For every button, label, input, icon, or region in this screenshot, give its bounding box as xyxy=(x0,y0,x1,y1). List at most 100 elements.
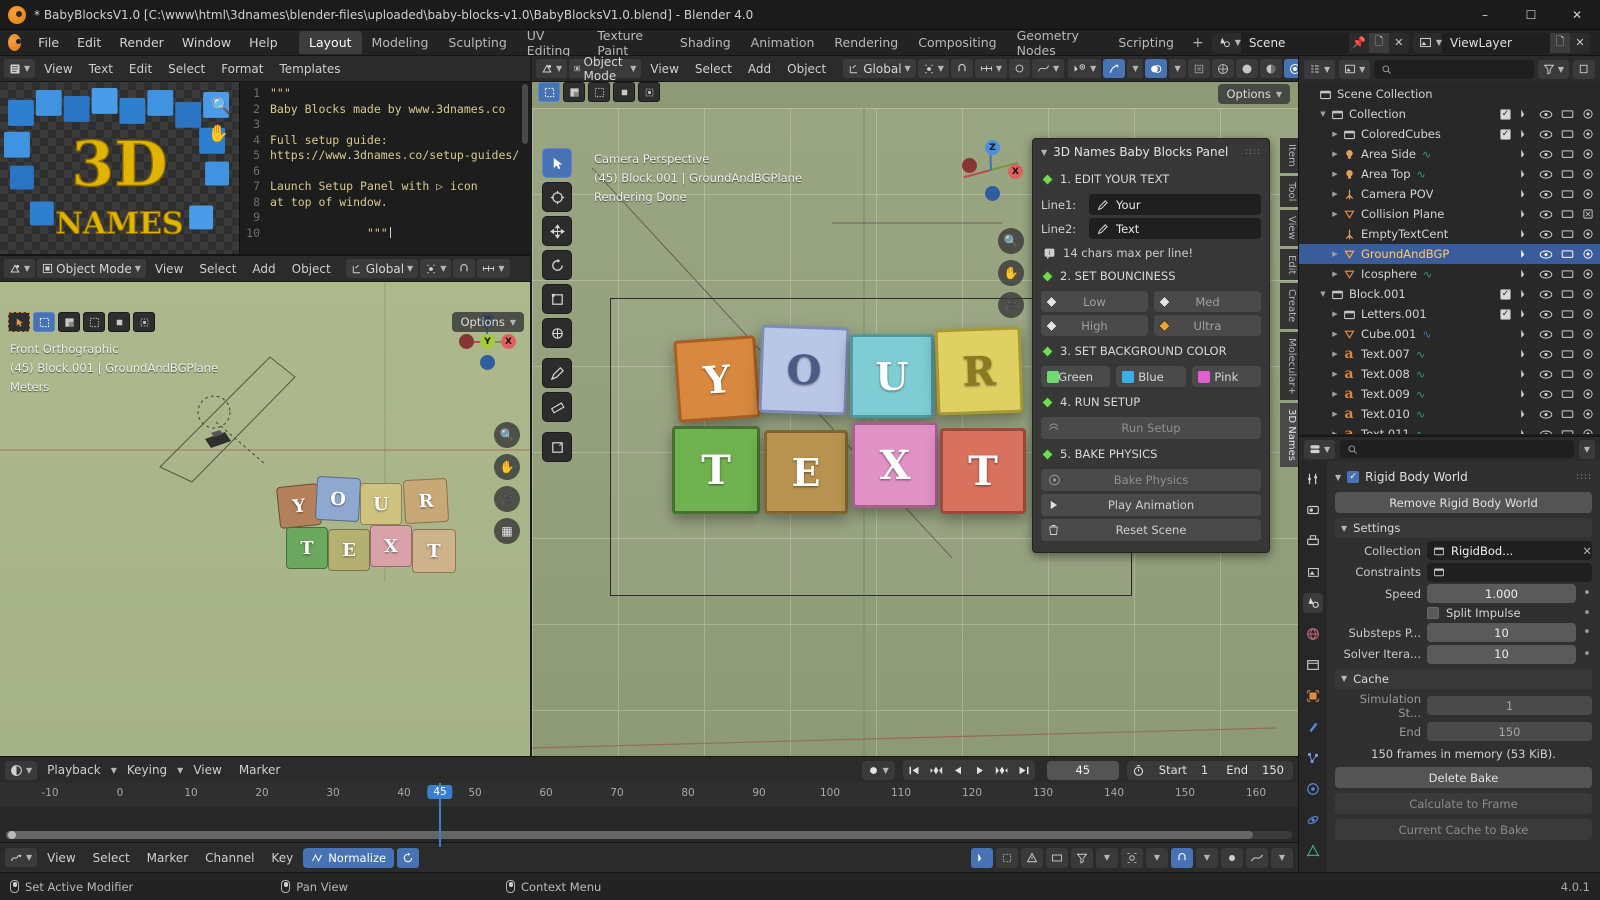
tool-scale[interactable] xyxy=(542,284,572,314)
tool-move[interactable] xyxy=(542,216,572,246)
properties-options-button[interactable]: ▼ xyxy=(1578,439,1595,459)
cache-section-header[interactable]: ▼ Cache xyxy=(1335,668,1592,689)
disable-render-icon[interactable] xyxy=(1582,208,1594,220)
selectable-icon[interactable] xyxy=(1519,428,1531,434)
side-tab-molecular[interactable]: Molecular+ xyxy=(1280,331,1298,401)
outliner-row-text-010[interactable]: ▶ a Text.010 ∿ xyxy=(1299,404,1600,424)
hide-eye-icon[interactable] xyxy=(1539,389,1553,400)
main-pivot-point-selector[interactable]: ▼ xyxy=(917,59,949,78)
disable-viewport-icon[interactable] xyxy=(1561,269,1574,280)
only-selected-button[interactable] xyxy=(971,847,993,868)
main-gizmo-x-axis[interactable]: X xyxy=(1008,164,1023,179)
workspace-tab-scripting[interactable]: Scripting xyxy=(1108,31,1184,54)
pan-hand-icon[interactable]: ✋ xyxy=(208,124,229,144)
dopesheet-menu-key[interactable]: Key xyxy=(264,848,300,868)
zoom-in-icon[interactable]: 🔍 xyxy=(211,96,231,115)
normalize-toggle[interactable]: Normalize xyxy=(303,847,395,868)
main-select-invert-button[interactable] xyxy=(613,82,635,102)
jump-to-end-button[interactable] xyxy=(1012,760,1035,780)
viewport-small-menu-view[interactable]: View xyxy=(148,259,190,279)
side-tab-create[interactable]: Create xyxy=(1280,283,1298,329)
show-hidden-button[interactable] xyxy=(996,847,1018,868)
viewport-main-editor-type[interactable]: ▼ xyxy=(536,59,568,78)
enable-checkbox[interactable]: ✓ xyxy=(1500,308,1511,320)
play-button[interactable] xyxy=(968,760,991,780)
main-select-box-button[interactable] xyxy=(538,82,560,102)
timeline-menu-playback[interactable]: Playback xyxy=(40,760,108,780)
proportional-editing-icon[interactable] xyxy=(1009,59,1030,78)
rigid-body-world-checkbox[interactable]: ✓ xyxy=(1347,471,1360,483)
outliner-row-area-side[interactable]: ▶ Area Side ∿ xyxy=(1299,144,1600,164)
selectable-icon[interactable] xyxy=(1519,328,1531,340)
disable-render-icon[interactable] xyxy=(1582,228,1594,240)
tab-collection[interactable] xyxy=(1303,655,1323,675)
visibility-selector[interactable]: ▼ xyxy=(1068,59,1102,78)
viewport-main-menu-add[interactable]: Add xyxy=(741,59,778,79)
viewport-small-orientation[interactable]: Global ▼ xyxy=(345,259,419,278)
disable-render-icon[interactable] xyxy=(1582,288,1594,300)
dopesheet-menu-view[interactable]: View xyxy=(40,848,82,868)
disable-render-icon[interactable] xyxy=(1582,368,1594,380)
hide-eye-icon[interactable] xyxy=(1539,369,1553,380)
tab-render[interactable] xyxy=(1303,500,1323,520)
panel-grip-icon[interactable]: :::: xyxy=(1245,147,1261,157)
tab-tool[interactable] xyxy=(1303,469,1323,489)
timeline-menu-view[interactable]: View xyxy=(186,760,228,780)
disable-render-icon[interactable] xyxy=(1582,168,1594,180)
use-preview-range-icon[interactable] xyxy=(1127,764,1150,777)
line2-input[interactable]: Text xyxy=(1089,218,1261,239)
outliner-row-icosphere[interactable]: ▶ Icosphere ∿ xyxy=(1299,264,1600,284)
enable-checkbox[interactable]: ✓ xyxy=(1500,128,1511,140)
expand-triangle-icon[interactable]: ▶ xyxy=(1329,310,1341,318)
viewport-main-menu-select[interactable]: Select xyxy=(688,59,739,79)
main-gizmo-z-axis[interactable]: Z xyxy=(985,140,1000,155)
close-button[interactable]: ✕ xyxy=(1554,0,1600,30)
gizmo-z-neg-axis[interactable] xyxy=(480,355,495,370)
previous-keyframe-button[interactable] xyxy=(924,760,947,780)
text-menu-text[interactable]: Text xyxy=(82,59,120,79)
hide-eye-icon[interactable] xyxy=(1539,129,1553,140)
disable-viewport-icon[interactable] xyxy=(1561,209,1574,220)
viewport-small-menu-add[interactable]: Add xyxy=(245,259,282,279)
viewport-small-mode-selector[interactable]: Object Mode ▼ xyxy=(37,259,146,278)
enable-checkbox[interactable]: ✓ xyxy=(1500,108,1511,120)
timeline-playhead[interactable]: 45 xyxy=(427,783,453,847)
camera-view-icon[interactable]: 🎥 xyxy=(494,486,520,512)
viewport-main-orientation[interactable]: Global ▼ xyxy=(843,59,916,78)
disable-render-icon[interactable] xyxy=(1582,408,1594,420)
bg-color-green-button[interactable]: Green xyxy=(1041,366,1111,387)
expand-triangle-icon[interactable]: ▶ xyxy=(1329,270,1341,278)
hide-eye-icon[interactable] xyxy=(1539,289,1553,300)
disable-viewport-icon[interactable] xyxy=(1561,129,1574,140)
expand-triangle-icon[interactable]: ▶ xyxy=(1329,330,1341,338)
hide-eye-icon[interactable] xyxy=(1539,149,1553,160)
viewport-main-axis-gizmo[interactable]: Z X xyxy=(960,138,1026,204)
disable-viewport-icon[interactable] xyxy=(1561,229,1574,240)
curve-handles-button[interactable] xyxy=(1246,847,1268,868)
play-reverse-button[interactable] xyxy=(946,760,969,780)
add-workspace-button[interactable]: + xyxy=(1184,31,1212,55)
panel-collapse-chevron-icon[interactable]: ▼ xyxy=(1041,148,1047,157)
auto-snap-button[interactable] xyxy=(1221,847,1243,868)
viewport-small-options-button[interactable]: Options ▼ xyxy=(452,312,524,332)
expand-triangle-icon[interactable]: ▼ xyxy=(1317,110,1329,118)
bounciness-med-button[interactable]: Med xyxy=(1154,291,1261,312)
cursor-tool-button[interactable] xyxy=(8,312,30,332)
tool-rotate[interactable] xyxy=(542,250,572,280)
tab-constraints[interactable] xyxy=(1303,810,1323,830)
datablock-filter-button[interactable] xyxy=(1046,847,1068,868)
hide-eye-icon[interactable] xyxy=(1539,229,1553,240)
outliner-row-camera-pov[interactable]: ▶ Camera POV xyxy=(1299,184,1600,204)
workspace-tab-compositing[interactable]: Compositing xyxy=(908,31,1006,54)
delete-bake-button[interactable]: Delete Bake xyxy=(1335,767,1592,788)
properties-search-input[interactable] xyxy=(1340,440,1574,458)
expand-triangle-icon[interactable]: ▶ xyxy=(1329,390,1341,398)
enable-checkbox[interactable]: ✓ xyxy=(1500,288,1511,300)
main-snap-magnet-toggle[interactable] xyxy=(950,59,973,78)
workspace-tab-sculpting[interactable]: Sculpting xyxy=(438,31,516,54)
dopesheet-menu-channel[interactable]: Channel xyxy=(198,848,261,868)
menu-window[interactable]: Window xyxy=(173,32,240,53)
outliner-row-letters-001[interactable]: ▶ Letters.001 ✓ xyxy=(1299,304,1600,324)
disable-render-icon[interactable] xyxy=(1582,248,1594,260)
selectable-icon[interactable] xyxy=(1519,148,1531,160)
